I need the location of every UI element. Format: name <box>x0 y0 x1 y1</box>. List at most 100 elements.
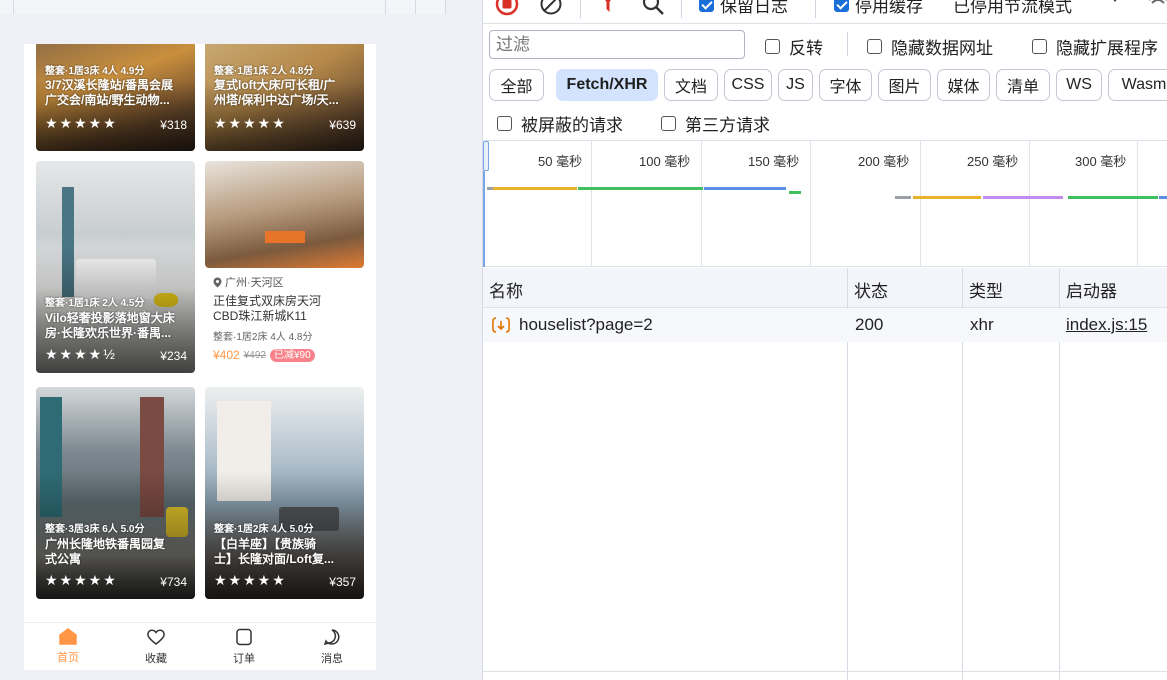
filter-divider <box>847 32 848 56</box>
column-header-initiator[interactable]: 启动器 <box>1060 268 1167 308</box>
filter-input[interactable] <box>489 30 745 59</box>
column-header-name[interactable]: 名称 <box>483 268 848 308</box>
filter-toggle-button[interactable] <box>599 0 617 16</box>
house-card[interactable]: 整套·1居3床 4人 4.9分 3/7汉溪长隆站/番禺会展 广交会/南站/野生动… <box>36 44 195 151</box>
house-card[interactable]: 整套·3居3床 6人 5.0分 广州长隆地铁番禺园复 式公寓 ★★★★★ ¥73… <box>36 387 195 599</box>
price-old: ¥492 <box>243 349 266 361</box>
house-price: ¥234 <box>160 349 187 363</box>
timeline-bar <box>704 187 786 190</box>
request-initiator-link[interactable]: index.js:15 <box>1066 315 1147 335</box>
house-title: 广州长隆地铁番禺园复 式公寓 <box>45 537 166 566</box>
toolbar-divider <box>681 0 682 18</box>
type-filter-img[interactable]: 图片 <box>878 69 931 101</box>
type-filter-fetch-xhr[interactable]: Fetch/XHR <box>556 69 658 101</box>
timeline-left-handle[interactable] <box>483 141 489 171</box>
request-status: 200 <box>855 315 884 334</box>
house-title: 3/7汉溪长隆站/番禺会展 广交会/南站/野生动物... <box>45 78 174 107</box>
network-conditions-button[interactable] <box>1147 0 1167 14</box>
type-filter-media[interactable]: 媒体 <box>937 69 990 101</box>
timeline-bar <box>1068 196 1158 199</box>
tab-orders[interactable]: 订单 <box>200 623 288 670</box>
type-filter-manifest[interactable]: 清单 <box>996 69 1050 101</box>
phone-screen: 整套·1居3床 4人 4.9分 3/7汉溪长隆站/番禺会展 广交会/南站/野生动… <box>24 44 376 670</box>
timeline-tick-label: 200 毫秒 <box>858 154 910 169</box>
tab-home[interactable]: 首页 <box>24 623 112 670</box>
tab-label: 消息 <box>321 652 343 665</box>
network-overview-timeline[interactable]: 50 毫秒 100 毫秒 150 毫秒 200 毫秒 250 毫秒 300 毫秒 <box>483 140 1167 267</box>
tab-messages[interactable]: 消息 <box>288 623 376 670</box>
throttle-select[interactable]: 已停用节流模式 <box>953 0 1072 17</box>
tab-favorites[interactable]: 收藏 <box>112 623 200 670</box>
checkbox-checked[interactable] <box>834 0 849 12</box>
search-icon <box>642 0 664 15</box>
third-party-checkbox[interactable]: 第三方请求 <box>661 111 770 136</box>
devtools-network-panel: 保留日志 停用缓存 已停用节流模式 反转 隐藏数据网址 隐藏扩展程序 <box>482 0 1167 680</box>
strip-segment <box>14 0 386 14</box>
preview-top-strip <box>0 0 482 14</box>
column-header-type[interactable]: 类型 <box>963 268 1060 308</box>
type-filter-font[interactable]: 字体 <box>819 69 872 101</box>
strip-segment <box>386 0 416 14</box>
discount-badge: 已减¥90 <box>269 348 315 362</box>
checkbox[interactable] <box>1032 39 1047 54</box>
message-icon <box>323 628 340 645</box>
timeline-gridline <box>701 141 702 267</box>
house-title: 复式loft大床/可长租/广 州塔/保利中达广场/天... <box>214 78 339 107</box>
type-filter-ws[interactable]: WS <box>1056 69 1102 101</box>
house-price: ¥318 <box>160 118 187 132</box>
checkbox[interactable] <box>497 116 512 131</box>
house-card-image[interactable] <box>205 161 364 268</box>
house-card[interactable]: 整套·1居2床 4人 5.0分 【白羊座】【贵族骑 士】长隆对面/Loft复..… <box>205 387 364 599</box>
record-button[interactable] <box>495 0 519 16</box>
house-summary: 整套·1居3床 4人 4.9分 <box>45 66 145 77</box>
hide-data-urls-checkbox[interactable]: 隐藏数据网址 <box>867 34 993 59</box>
blocked-requests-checkbox[interactable]: 被屏蔽的请求 <box>497 111 623 136</box>
table-row[interactable]: houselist?page=2 200 xhr index.js:15 <box>483 308 1167 342</box>
app-preview-pane: 整套·1居3床 4人 4.9分 3/7汉溪长隆站/番禺会展 广交会/南站/野生动… <box>0 0 482 680</box>
column-header-status[interactable]: 状态 <box>848 268 963 308</box>
search-button[interactable] <box>641 0 665 16</box>
timeline-bar <box>789 191 801 194</box>
house-card[interactable]: 整套·1居1床 2人 4.5分 Vilo轻奢投影落地窗大床 房·长隆欢乐世界·番… <box>36 161 195 373</box>
disable-cache-checkbox[interactable]: 停用缓存 <box>834 0 923 17</box>
tab-label: 首页 <box>57 652 79 664</box>
house-title: 正佳复式双床房天河 CBD珠江新城K11 <box>213 294 322 323</box>
type-filter-all[interactable]: 全部 <box>489 69 544 101</box>
hide-data-urls-label: 隐藏数据网址 <box>891 39 993 58</box>
toolbar-divider <box>815 0 816 18</box>
timeline-bar <box>493 187 577 190</box>
house-price: ¥357 <box>329 575 356 589</box>
house-summary: 整套·1居2床 4人 5.0分 <box>214 524 314 535</box>
checkbox[interactable] <box>661 116 676 131</box>
toolbar-divider <box>580 0 581 18</box>
type-filter-doc[interactable]: 文档 <box>664 69 718 101</box>
checkbox[interactable] <box>867 39 882 54</box>
throttle-value: 已停用节流模式 <box>953 0 1072 16</box>
type-filter-js[interactable]: JS <box>778 69 813 101</box>
preserve-log-label: 保留日志 <box>720 0 788 16</box>
hide-extension-urls-checkbox[interactable]: 隐藏扩展程序 <box>1032 34 1158 59</box>
home-icon <box>59 628 77 645</box>
house-title: 【白羊座】【贵族骑 士】长隆对面/Loft复... <box>214 537 334 566</box>
house-card[interactable]: 整套·1居1床 2人 4.8分 复式loft大床/可长租/广 州塔/保利中达广场… <box>205 44 364 151</box>
timeline-gridline <box>810 141 811 267</box>
checkbox[interactable] <box>765 39 780 54</box>
strip-segment <box>0 0 14 14</box>
location-text: 广州·天河区 <box>225 277 284 289</box>
type-filter-css[interactable]: CSS <box>724 69 772 101</box>
timeline-tick-label: 300 毫秒 <box>1075 154 1127 169</box>
timeline-bar <box>578 187 703 190</box>
preserve-log-checkbox[interactable]: 保留日志 <box>699 0 788 17</box>
clear-button[interactable] <box>539 0 563 16</box>
status-bar-divider <box>483 671 1167 672</box>
house-summary: 整套·1居2床 4人 4.8分 <box>213 332 313 343</box>
invert-checkbox[interactable]: 反转 <box>765 34 823 59</box>
type-filter-wasm[interactable]: Wasm <box>1108 69 1167 101</box>
third-party-label: 第三方请求 <box>685 116 770 135</box>
house-card-info[interactable]: 广州·天河区 正佳复式双床房天河 CBD珠江新城K11 整套·1居2床 4人 4… <box>213 274 363 362</box>
filter-bar: 反转 隐藏数据网址 隐藏扩展程序 <box>483 24 1167 64</box>
timeline-tick-label: 50 毫秒 <box>538 154 583 169</box>
throttle-dropdown-arrow[interactable] <box>1109 0 1121 4</box>
tab-label: 收藏 <box>145 652 167 665</box>
checkbox-checked[interactable] <box>699 0 714 12</box>
